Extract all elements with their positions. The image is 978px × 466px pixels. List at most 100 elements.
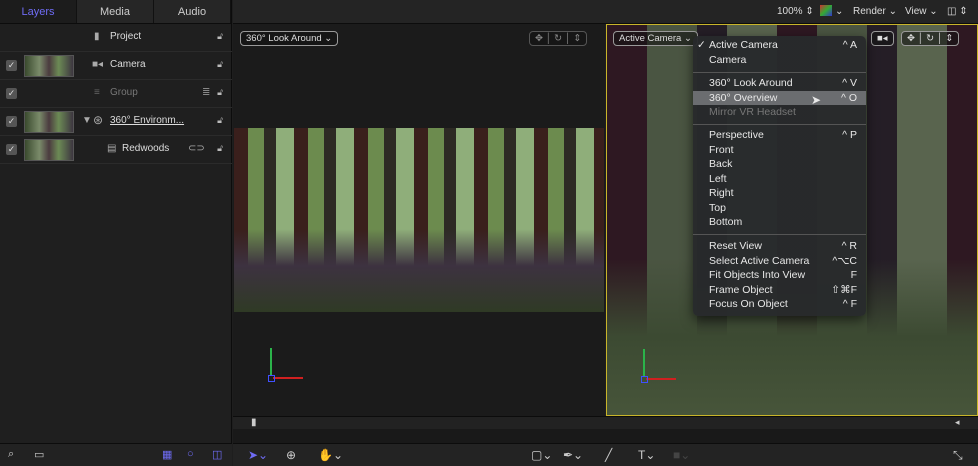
- menu-item-focus-on-object[interactable]: Focus On Object ^ F: [693, 297, 866, 312]
- film-icon: ▤: [107, 143, 117, 154]
- layer-row-group[interactable]: ✓ ≡ Group ≣ 🔓︎: [0, 80, 232, 108]
- menu-item-label: 360° Overview: [709, 91, 778, 104]
- menu-item-left[interactable]: Left: [693, 172, 866, 187]
- layers-icon[interactable]: ◫: [212, 448, 222, 461]
- color-channels-icon[interactable]: [820, 5, 832, 16]
- left-viewport[interactable]: 360° Look Around ⌄ ✥ │ ↻ │ ⇕: [233, 24, 605, 416]
- menu-item-label: Reset View: [709, 240, 762, 252]
- visibility-checkbox[interactable]: ✓: [6, 144, 17, 155]
- panel-icon[interactable]: ▭: [34, 448, 44, 461]
- menu-item-mirror-vr-headset: Mirror VR Headset: [693, 105, 866, 120]
- menu-separator: [693, 234, 866, 235]
- menu-item-shortcut: ^ V: [842, 77, 857, 89]
- mini-timeline[interactable]: ▮ ◂: [233, 416, 978, 443]
- timeline-ruler: [233, 417, 978, 429]
- orbit-tool-icon[interactable]: ⊕: [286, 448, 296, 462]
- menu-item-select-active-camera[interactable]: Select Active Camera ^⌥C: [693, 254, 866, 269]
- zoom-level: 100%: [777, 6, 803, 17]
- menu-item-active-camera[interactable]: ✓ Active Camera ^ A: [693, 38, 866, 53]
- paint-stroke-icon[interactable]: ╱: [605, 448, 612, 462]
- layer-row-redwoods[interactable]: ✓ ▤ Redwoods ⊂⊃ 🔓︎: [0, 136, 232, 164]
- menu-item-label: 360° Look Around: [709, 77, 793, 89]
- menu-item-label: Front: [709, 143, 734, 156]
- menu-item-frame-object[interactable]: Frame Object ⇧⌘F: [693, 283, 866, 298]
- pen-tool-icon[interactable]: ✒⌄: [563, 448, 583, 462]
- view-menu[interactable]: View ⌄: [905, 6, 938, 17]
- layer-name: Group: [110, 87, 138, 98]
- bottom-toolbar: ➤⌄ ⊕ ✋⌄ ▢⌄ ✒⌄ ╱ T⌄ ■⌄ ⤡: [233, 443, 978, 466]
- menu-item-label: Frame Object: [709, 283, 773, 296]
- disclosure-triangle-icon[interactable]: ▼: [82, 115, 92, 126]
- menu-item-label: Top: [709, 201, 726, 214]
- layer-row-project[interactable]: ▮ Project 🔓︎: [0, 24, 232, 52]
- view-controls[interactable]: ✥ │ ↻ │ ⇕: [901, 31, 960, 46]
- menu-item-360-overview[interactable]: 360° Overview ➤ ^ O: [693, 90, 866, 107]
- menu-item-shortcut: ⇧⌘F: [831, 283, 857, 296]
- camera-icon: ■◂: [92, 59, 104, 70]
- y-axis-icon: [643, 349, 645, 377]
- camera-popup-label: 360° Look Around: [246, 33, 322, 44]
- search-icon[interactable]: ⌕: [8, 448, 14, 461]
- camera-popup[interactable]: 360° Look Around ⌄: [240, 31, 339, 46]
- menu-item-shortcut: ^ O: [840, 91, 857, 104]
- shape-tool-icon[interactable]: ▢⌄: [531, 448, 552, 462]
- pan-tool-icon[interactable]: ✋⌄: [318, 448, 343, 462]
- menu-item-shortcut: ^ P: [842, 129, 857, 141]
- tab-layers[interactable]: Layers: [0, 0, 77, 23]
- x-axis-icon: [273, 377, 303, 379]
- checkerboard-icon[interactable]: ▦: [162, 448, 172, 461]
- menu-item-perspective[interactable]: Perspective ^ P: [693, 128, 866, 143]
- menu-item-top[interactable]: Top: [693, 201, 866, 216]
- menu-item-right[interactable]: Right: [693, 186, 866, 201]
- lock-icon[interactable]: 🔓︎: [217, 143, 223, 154]
- camera-popup-label: Active Camera: [619, 33, 682, 44]
- view-label: View: [905, 6, 927, 17]
- camera-popup[interactable]: Active Camera ⌄: [613, 31, 698, 46]
- lock-icon[interactable]: 🔓︎: [217, 59, 223, 70]
- 360-environment-icon: ⊛: [93, 113, 104, 127]
- layer-thumbnail: [24, 111, 74, 133]
- lock-icon[interactable]: 🔓︎: [217, 31, 223, 42]
- render-menu[interactable]: Render ⌄: [853, 6, 897, 17]
- zoom-level-popup[interactable]: 100% ⇕: [777, 6, 814, 17]
- visibility-checkbox[interactable]: ✓: [6, 60, 17, 71]
- mask-icon[interactable]: ○: [187, 448, 194, 460]
- checkmark-icon: ✓: [697, 39, 706, 51]
- forest-image: [234, 128, 604, 312]
- menu-item-fit-objects-into-view[interactable]: Fit Objects Into View F: [693, 268, 866, 283]
- viewer-layout-icon[interactable]: ◫ ⇕: [947, 6, 968, 17]
- menu-item-shortcut: ^ F: [842, 298, 857, 310]
- tab-audio[interactable]: Audio: [154, 0, 231, 23]
- menu-item-back[interactable]: Back: [693, 157, 866, 172]
- layers-bottom-bar: ⌕ ▭ ▦ ○ ◫: [0, 443, 232, 466]
- visibility-checkbox[interactable]: ✓: [6, 116, 17, 127]
- visibility-checkbox[interactable]: ✓: [6, 88, 17, 99]
- view-controls[interactable]: ✥ │ ↻ │ ⇕: [529, 31, 588, 46]
- lock-icon[interactable]: 🔓︎: [217, 87, 223, 98]
- camera-icon[interactable]: ■◂: [871, 31, 894, 46]
- menu-item-front[interactable]: Front: [693, 143, 866, 158]
- layer-name: Camera: [110, 59, 146, 70]
- layer-row-camera[interactable]: ✓ ■◂ Camera 🔓︎: [0, 52, 232, 80]
- z-axis-icon: [641, 376, 648, 383]
- text-tool-icon[interactable]: T⌄: [638, 448, 655, 462]
- layer-thumbnail: [24, 139, 74, 161]
- lock-icon[interactable]: 🔓︎: [217, 115, 223, 126]
- menu-separator: [693, 124, 866, 125]
- menu-item-label: Back: [709, 158, 733, 170]
- layer-row-360-environment[interactable]: ✓ ▼ ⊛ 360° Environm... 🔓︎: [0, 108, 232, 136]
- playhead-start-icon[interactable]: ▮: [251, 417, 257, 428]
- select-tool-icon[interactable]: ➤⌄: [248, 448, 268, 462]
- menu-item-camera[interactable]: Camera: [693, 53, 866, 68]
- expand-icon[interactable]: ⤡: [953, 448, 963, 463]
- menu-item-shortcut: ^ A: [842, 39, 857, 51]
- menu-item-bottom[interactable]: Bottom: [693, 215, 866, 230]
- playhead-end-icon[interactable]: ◂: [955, 417, 960, 428]
- x-axis-icon: [646, 378, 676, 380]
- menu-item-shortcut: ^ R: [841, 240, 857, 252]
- tab-media[interactable]: Media: [77, 0, 154, 23]
- menu-item-reset-view[interactable]: Reset View ^ R: [693, 239, 866, 254]
- chevron-down-icon: ⌄: [835, 6, 844, 17]
- menu-item-360-look-around[interactable]: 360° Look Around ^ V: [693, 76, 866, 91]
- menu-item-label: Camera: [709, 53, 747, 66]
